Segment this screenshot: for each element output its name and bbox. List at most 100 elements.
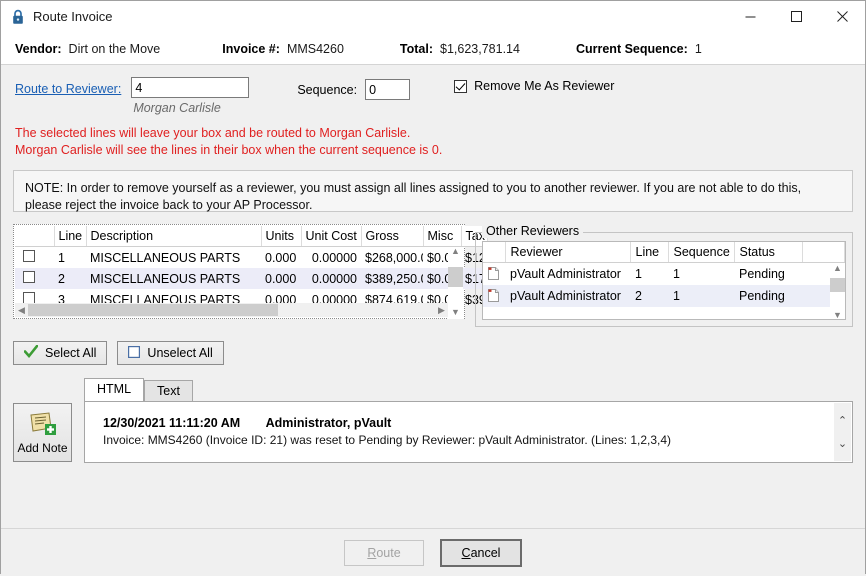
sequence-input[interactable] (365, 79, 411, 100)
tab-text[interactable]: Text (144, 380, 193, 402)
other-reviewers-grid[interactable]: Reviewer Line Sequence Status pVault Adm… (482, 241, 846, 320)
invoice-lines-table: Line Description Units Unit Cost Gross M… (15, 226, 488, 310)
col-checkbox[interactable] (15, 226, 55, 247)
lines-vscroll-thumb[interactable] (448, 267, 463, 287)
scroll-up-icon[interactable]: ▲ (833, 264, 842, 275)
cell-status: Pending (734, 284, 802, 307)
scroll-right-icon[interactable]: ▶ (435, 305, 448, 316)
cell-reviewer: pVault Administrator (510, 266, 621, 281)
check-mark-icon (23, 344, 39, 361)
reviewer-name-hint: Morgan Carlisle (133, 101, 221, 115)
cell-sequence: 1 (673, 266, 680, 281)
warning-line-1: The selected lines will leave your box a… (15, 126, 411, 140)
lines-horizontal-scrollbar[interactable]: ◀ ▶ (15, 303, 448, 317)
scroll-down-icon[interactable]: ▼ (451, 308, 460, 319)
remove-me-as-reviewer-group[interactable]: Remove Me As Reviewer (454, 77, 614, 93)
add-note-button[interactable]: Add Note (13, 403, 72, 462)
route-button[interactable]: Route (344, 539, 424, 566)
maximize-button[interactable] (773, 1, 819, 32)
col-gross[interactable]: Gross (361, 226, 424, 247)
scroll-left-icon[interactable]: ◀ (15, 305, 28, 316)
cell-gross: $389,250.00 (361, 268, 423, 289)
col-sequence[interactable]: Sequence (668, 242, 735, 263)
notes-content-panel: 12/30/2021 11:11:20 AM Administrator, pV… (84, 401, 853, 463)
col-status[interactable]: Status (734, 242, 803, 263)
grids-row: Line Description Units Unit Cost Gross M… (1, 212, 865, 327)
reviewer-id-input[interactable] (131, 77, 250, 98)
invoice-info-bar: Vendor: Dirt on the Move Invoice #: MMS4… (1, 33, 865, 65)
scroll-down-icon[interactable]: ▼ (833, 311, 842, 320)
col-line[interactable]: Line (54, 226, 87, 247)
notes-scrollbar[interactable]: ⌃ ⌄ (834, 403, 851, 461)
unselect-all-button[interactable]: Unselect All (117, 341, 224, 365)
vendor-label: Vendor: (15, 41, 62, 56)
reviewer-removal-note: NOTE: In order to remove yourself as a r… (13, 170, 853, 212)
cancel-button[interactable]: Cancel (440, 538, 522, 567)
remove-me-checkbox[interactable] (454, 79, 468, 93)
row-checkbox[interactable] (23, 250, 35, 262)
table-row[interactable]: pVault Administrator 2 1 Pending (483, 284, 845, 307)
document-icon (488, 288, 499, 302)
minimize-button[interactable] (727, 1, 773, 32)
cell-unit-cost: 0.00000 (301, 268, 361, 289)
close-button[interactable] (819, 1, 865, 32)
scroll-down-icon[interactable]: ⌄ (838, 438, 847, 449)
scroll-up-icon[interactable]: ⌃ (838, 415, 847, 426)
title-bar-left: Route Invoice (1, 9, 113, 25)
select-all-label: Select All (45, 346, 97, 360)
warning-line-2: Morgan Carlisle will see the lines in th… (15, 143, 443, 157)
other-reviewers-header-row: Reviewer Line Sequence Status (483, 242, 845, 263)
col-icon (483, 242, 506, 263)
notes-row: Add Note HTML Text 12/30/2021 11:11:20 A… (1, 365, 865, 463)
row-checkbox[interactable] (23, 271, 35, 283)
note-author: Administrator, pVault (265, 416, 392, 430)
routing-warning-text: The selected lines will leave your box a… (1, 125, 865, 158)
col-misc[interactable]: Misc (423, 226, 462, 247)
lock-icon (11, 9, 25, 25)
route-invoice-window: Route Invoice Vendor: Dirt on the Move I… (0, 0, 866, 576)
row-doc-icon-cell (483, 263, 505, 285)
cell-units: 0.000 (265, 250, 297, 265)
lines-hscroll-thumb[interactable] (28, 304, 278, 316)
remove-me-label: Remove Me As Reviewer (474, 79, 615, 93)
col-reviewer[interactable]: Reviewer (505, 242, 631, 263)
table-row[interactable]: 2 MISCELLANEOUS PARTS 0.000 0.00000 $389… (15, 268, 487, 289)
window-controls (727, 1, 865, 32)
cancel-accel: C (461, 545, 471, 560)
col-unit-cost[interactable]: Unit Cost (301, 226, 362, 247)
select-all-button[interactable]: Select All (13, 341, 108, 365)
col-blank (802, 242, 845, 263)
note-entry-text: Invoice: MMS4260 (Invoice ID: 21) was re… (103, 433, 672, 447)
col-units[interactable]: Units (261, 226, 302, 247)
note-plus-icon (28, 411, 58, 440)
scroll-up-icon[interactable]: ▲ (451, 247, 460, 258)
document-icon (488, 266, 499, 280)
reviewers-vscroll-thumb[interactable] (830, 278, 845, 292)
row-doc-icon-cell (483, 284, 505, 307)
add-note-label: Add Note (17, 440, 68, 455)
invoice-number-label: Invoice #: (222, 41, 280, 56)
vendor-field: Vendor: Dirt on the Move (15, 42, 160, 56)
col-description[interactable]: Description (86, 226, 262, 247)
empty-box-icon (128, 345, 141, 361)
reviewers-vertical-scrollbar[interactable]: ▲ ▼ (830, 264, 845, 320)
route-to-reviewer-row: Route to Reviewer: Morgan Carlisle Seque… (1, 65, 865, 115)
tab-html[interactable]: HTML (84, 378, 145, 401)
invoice-number-field: Invoice #: MMS4260 (222, 42, 344, 56)
row-checkbox-cell[interactable] (15, 247, 54, 269)
col-line[interactable]: Line (630, 242, 669, 263)
notes-tab-panel: HTML Text 12/30/2021 11:11:20 AM Adminis… (84, 377, 853, 463)
table-row[interactable]: pVault Administrator 1 1 Pending (483, 263, 845, 285)
cell-reviewer: pVault Administrator (505, 284, 630, 307)
cell-description: MISCELLANEOUS PARTS (86, 268, 261, 289)
other-reviewers-title: Other Reviewers (482, 224, 584, 238)
table-row[interactable]: 1 MISCELLANEOUS PARTS 0.000 0.00000 $268… (15, 247, 487, 269)
row-checkbox-cell[interactable] (15, 268, 54, 289)
route-to-reviewer-link[interactable]: Route to Reviewer: (15, 77, 121, 96)
title-bar: Route Invoice (1, 1, 865, 33)
invoice-lines-grid[interactable]: Line Description Units Unit Cost Gross M… (13, 224, 488, 319)
current-sequence-field: Current Sequence: 1 (576, 42, 702, 56)
sequence-field-group: Sequence: (297, 77, 411, 100)
cell-sequence: 1 (668, 284, 734, 307)
cell-status: Pending (739, 266, 785, 281)
